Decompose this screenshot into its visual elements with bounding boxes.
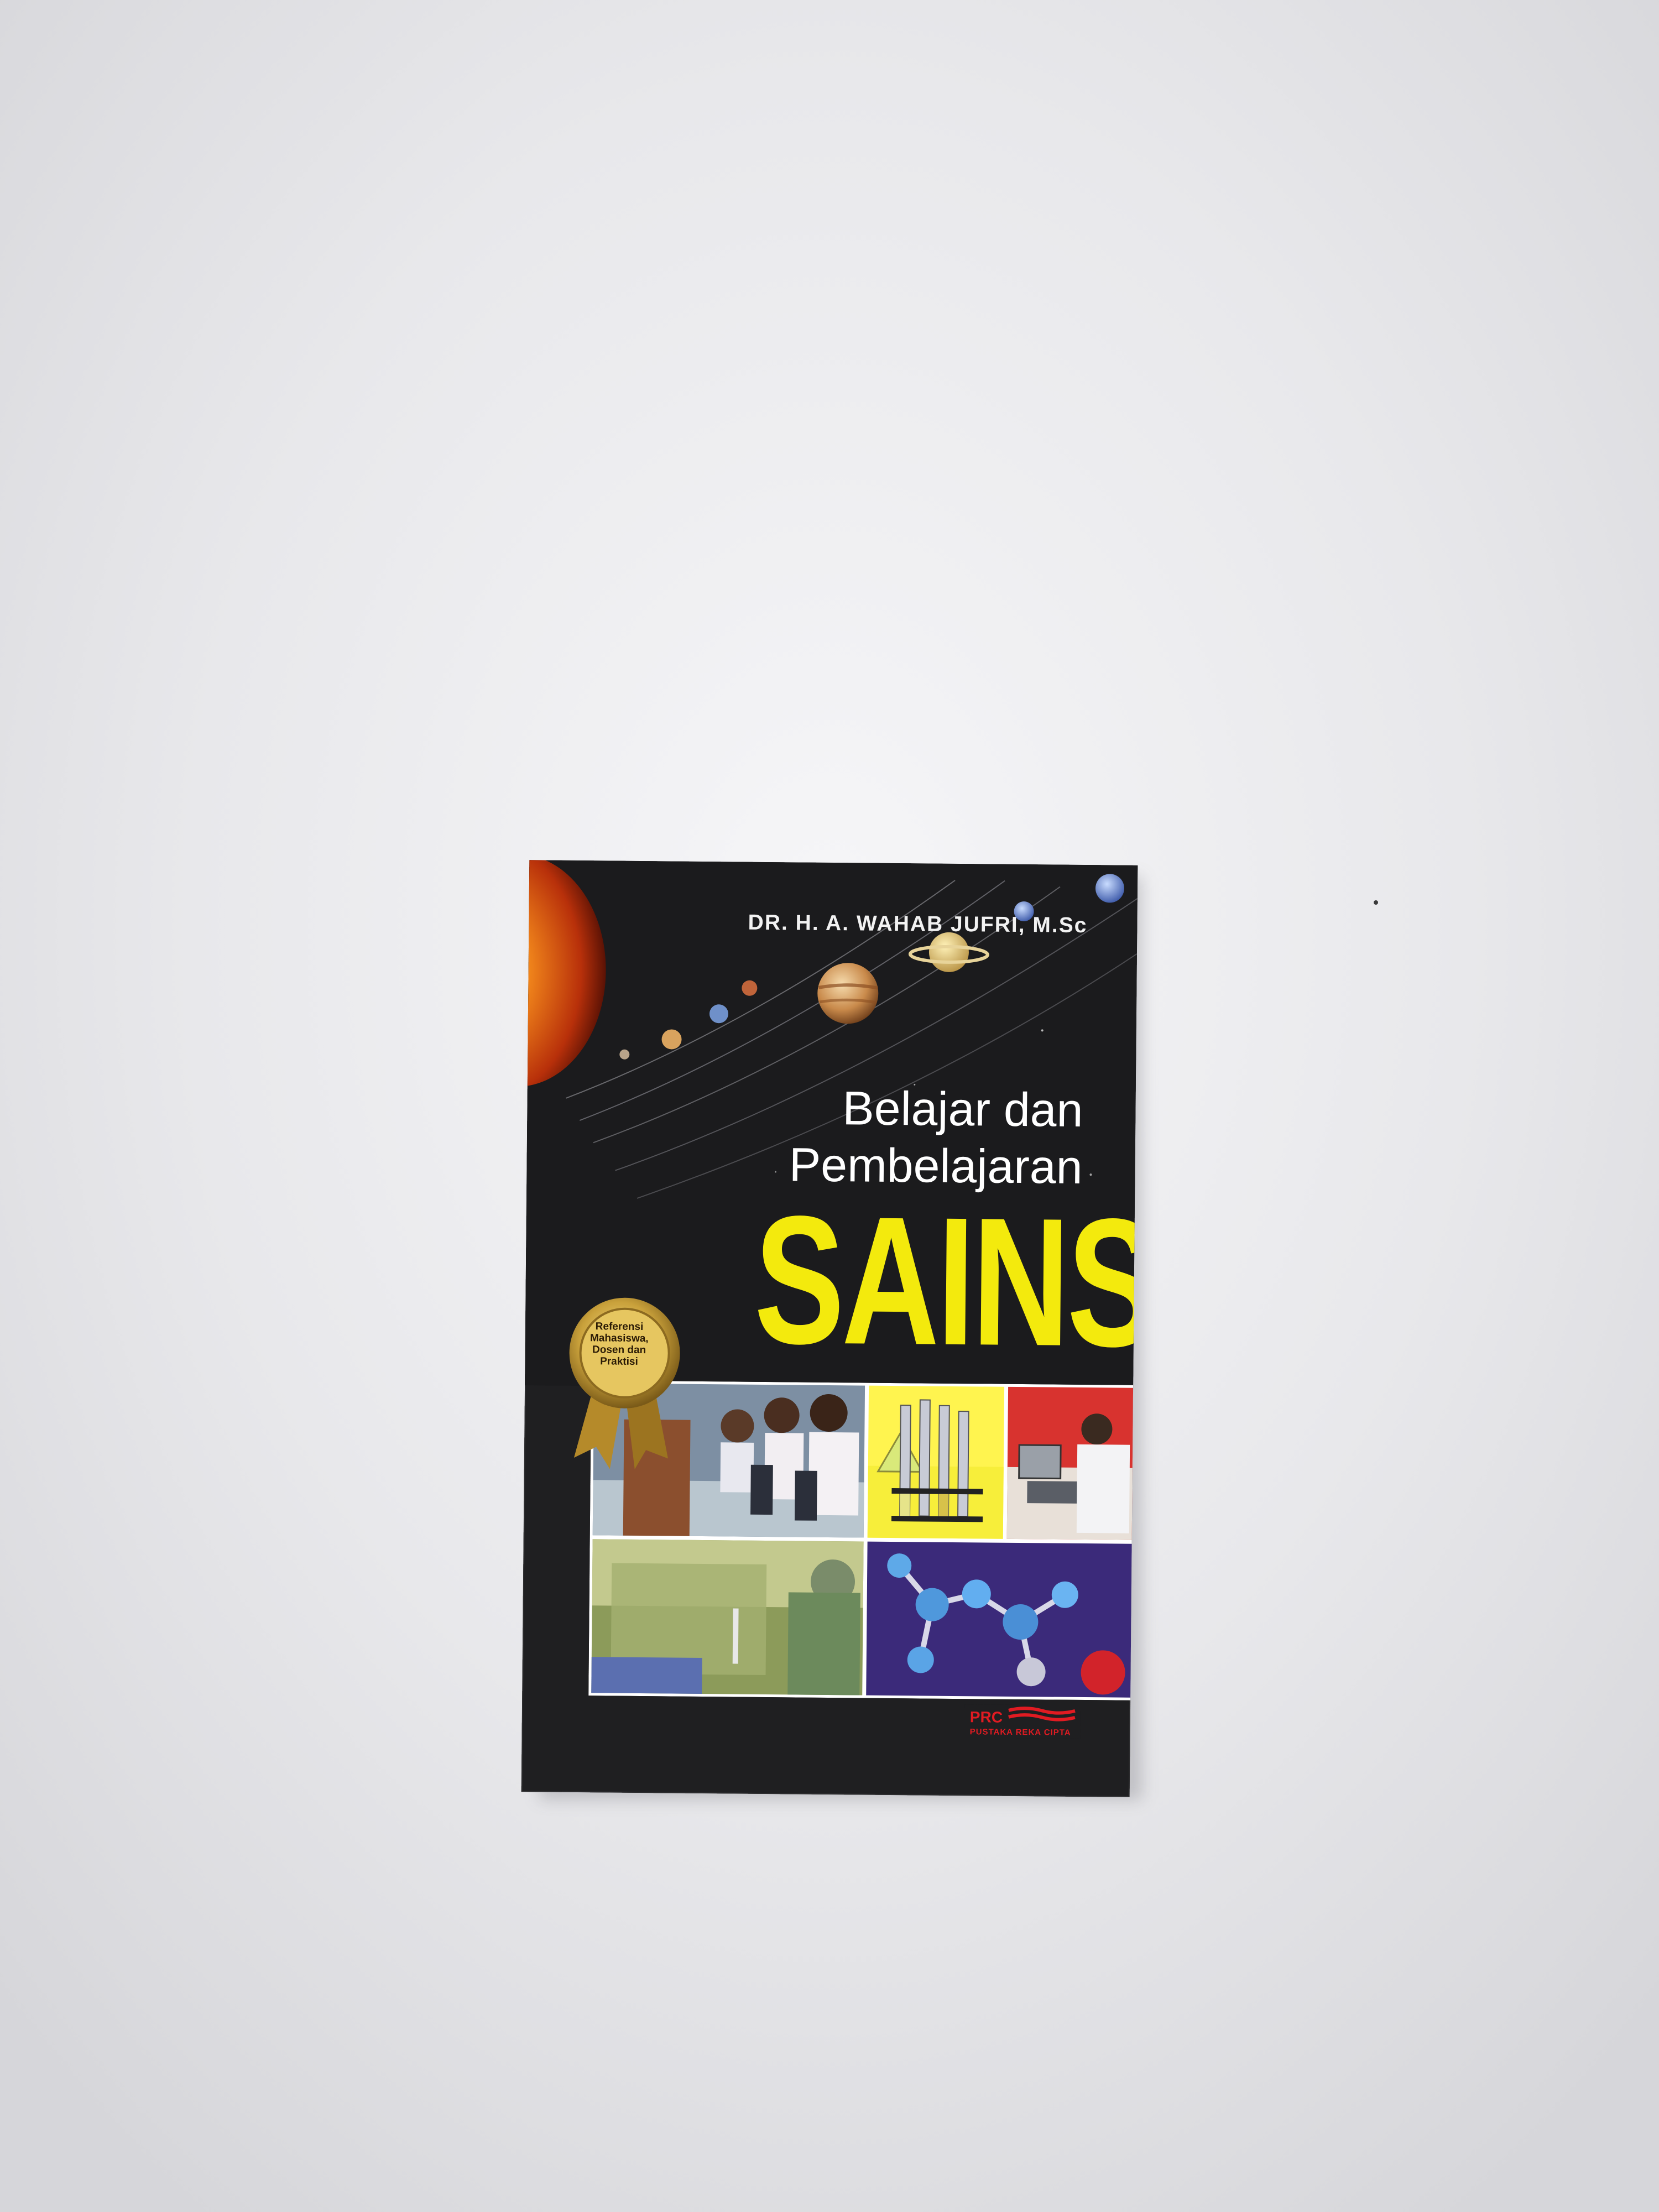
- dust-speck: [1374, 900, 1378, 905]
- publisher-name: PUSTAKA REKA CIPTA: [969, 1727, 1071, 1738]
- book-cover: DR. H. A. WAHAB JUFRI, M.Sc Belajar dan …: [521, 860, 1138, 1797]
- photo-molecules: [866, 1541, 1132, 1698]
- title-main: SAINS: [753, 1177, 1138, 1385]
- publisher-logo-text: PRC: [969, 1708, 1003, 1726]
- title-line-1: Belajar dan: [842, 1082, 1083, 1137]
- photo-scientist-computer: [1006, 1386, 1134, 1540]
- author-name: DR. H. A. WAHAB JUFRI, M.Sc: [748, 910, 1088, 938]
- photo-test-tubes: [867, 1385, 1005, 1539]
- photo-lab-pipette: [591, 1539, 864, 1695]
- award-badge-text: Referensi Mahasiswa, Dosen dan Praktisi: [589, 1321, 649, 1368]
